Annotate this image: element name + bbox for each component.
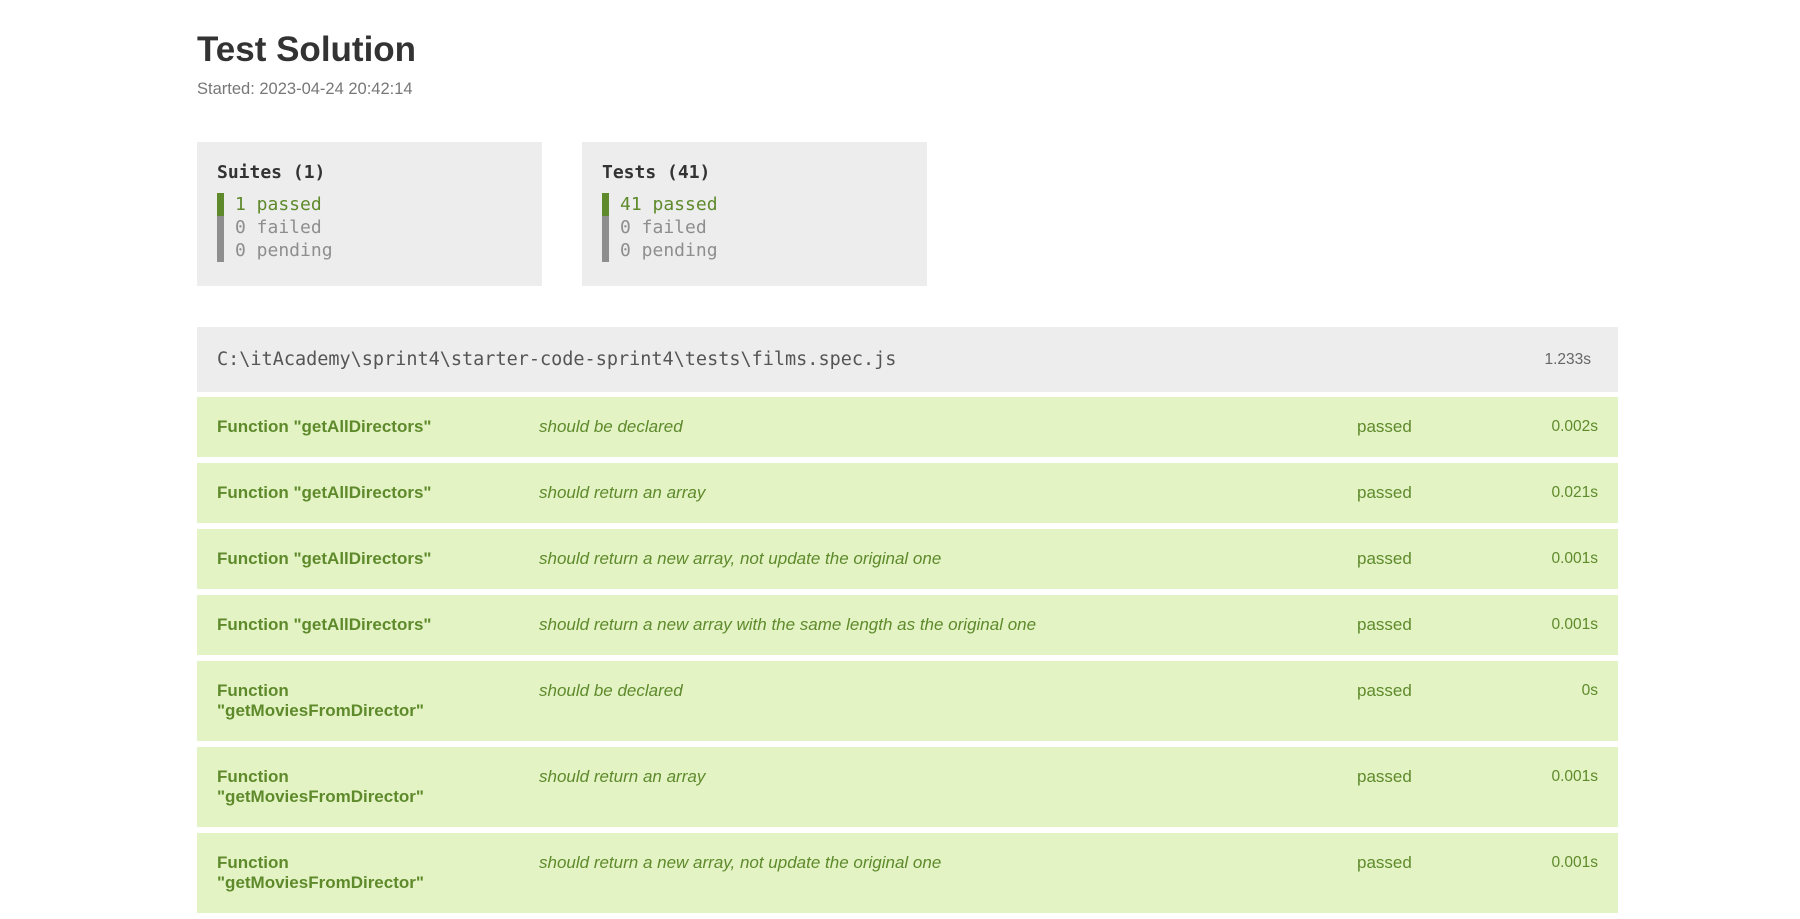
test-duration: 0.001s [1551, 616, 1598, 633]
suite-header: C:\itAcademy\sprint4\starter-code-sprint… [197, 327, 1618, 392]
test-status: passed [1357, 483, 1412, 502]
page-title: Test Solution [197, 30, 417, 69]
tests-failed: 0 failed [602, 216, 907, 239]
test-suite-name: Function "getAllDirectors" [217, 549, 432, 568]
test-row: Function "getAllDirectors" should be dec… [197, 397, 1618, 457]
pending-bar [217, 239, 224, 262]
test-row: Function "getAllDirectors" should return… [197, 463, 1618, 523]
test-suite-name: Function "getAllDirectors" [217, 615, 432, 634]
tests-failed-label: 0 failed [620, 217, 707, 238]
suites-passed-label: 1 passed [235, 194, 322, 215]
test-description: should be declared [539, 681, 683, 700]
test-description: should return a new array with the same … [539, 615, 1037, 634]
test-duration: 0s [1581, 682, 1598, 699]
pending-bar [602, 239, 609, 262]
test-suite-name: Function "getAllDirectors" [217, 483, 432, 502]
test-duration: 0.002s [1551, 418, 1598, 435]
suites-failed-label: 0 failed [235, 217, 322, 238]
tests-summary-title: Tests (41) [602, 162, 711, 183]
suites-passed: 1 passed [217, 193, 522, 216]
test-row: Function "getAllDirectors" should return… [197, 529, 1618, 589]
test-duration: 0.001s [1551, 550, 1598, 567]
suites-pending: 0 pending [217, 239, 522, 262]
test-description: should return an array [539, 767, 706, 786]
test-suite-name: Function "getAllDirectors" [217, 417, 432, 436]
suites-failed: 0 failed [217, 216, 522, 239]
suites-summary: Suites (1) 1 passed 0 failed 0 pending [197, 142, 542, 286]
passed-bar [217, 193, 224, 216]
test-suite-name: Function "getMoviesFromDirector" [217, 681, 424, 720]
test-row: Function "getAllDirectors" should return… [197, 595, 1618, 655]
test-results-list: Function "getAllDirectors" should be dec… [197, 397, 1618, 919]
test-description: should be declared [539, 417, 683, 436]
test-suite-name: Function "getMoviesFromDirector" [217, 767, 424, 806]
test-description: should return an array [539, 483, 706, 502]
test-status: passed [1357, 549, 1412, 568]
tests-passed-label: 41 passed [620, 194, 718, 215]
test-description: should return a new array, not update th… [539, 549, 942, 568]
test-status: passed [1357, 853, 1412, 872]
tests-pending-label: 0 pending [620, 240, 718, 261]
test-row: Function "getMoviesFromDirector" should … [197, 661, 1618, 741]
suite-file-path: C:\itAcademy\sprint4\starter-code-sprint… [217, 349, 897, 370]
failed-bar [602, 216, 609, 239]
test-status: passed [1357, 417, 1412, 436]
test-row: Function "getMoviesFromDirector" should … [197, 747, 1618, 827]
test-suite-name: Function "getMoviesFromDirector" [217, 853, 424, 892]
failed-bar [217, 216, 224, 239]
suites-summary-title: Suites (1) [217, 162, 326, 183]
test-description: should return a new array, not update th… [539, 853, 942, 872]
test-status: passed [1357, 615, 1412, 634]
test-status: passed [1357, 681, 1412, 700]
test-duration: 0.001s [1551, 854, 1598, 871]
suites-pending-label: 0 pending [235, 240, 333, 261]
test-duration: 0.021s [1551, 484, 1598, 501]
tests-pending: 0 pending [602, 239, 907, 262]
suite-duration: 1.233s [1544, 350, 1591, 368]
test-duration: 0.001s [1551, 768, 1598, 785]
tests-passed: 41 passed [602, 193, 907, 216]
started-timestamp: Started: 2023-04-24 20:42:14 [197, 80, 413, 98]
passed-bar [602, 193, 609, 216]
tests-summary: Tests (41) 41 passed 0 failed 0 pending [582, 142, 927, 286]
test-status: passed [1357, 767, 1412, 786]
test-row: Function "getMoviesFromDirector" should … [197, 833, 1618, 913]
